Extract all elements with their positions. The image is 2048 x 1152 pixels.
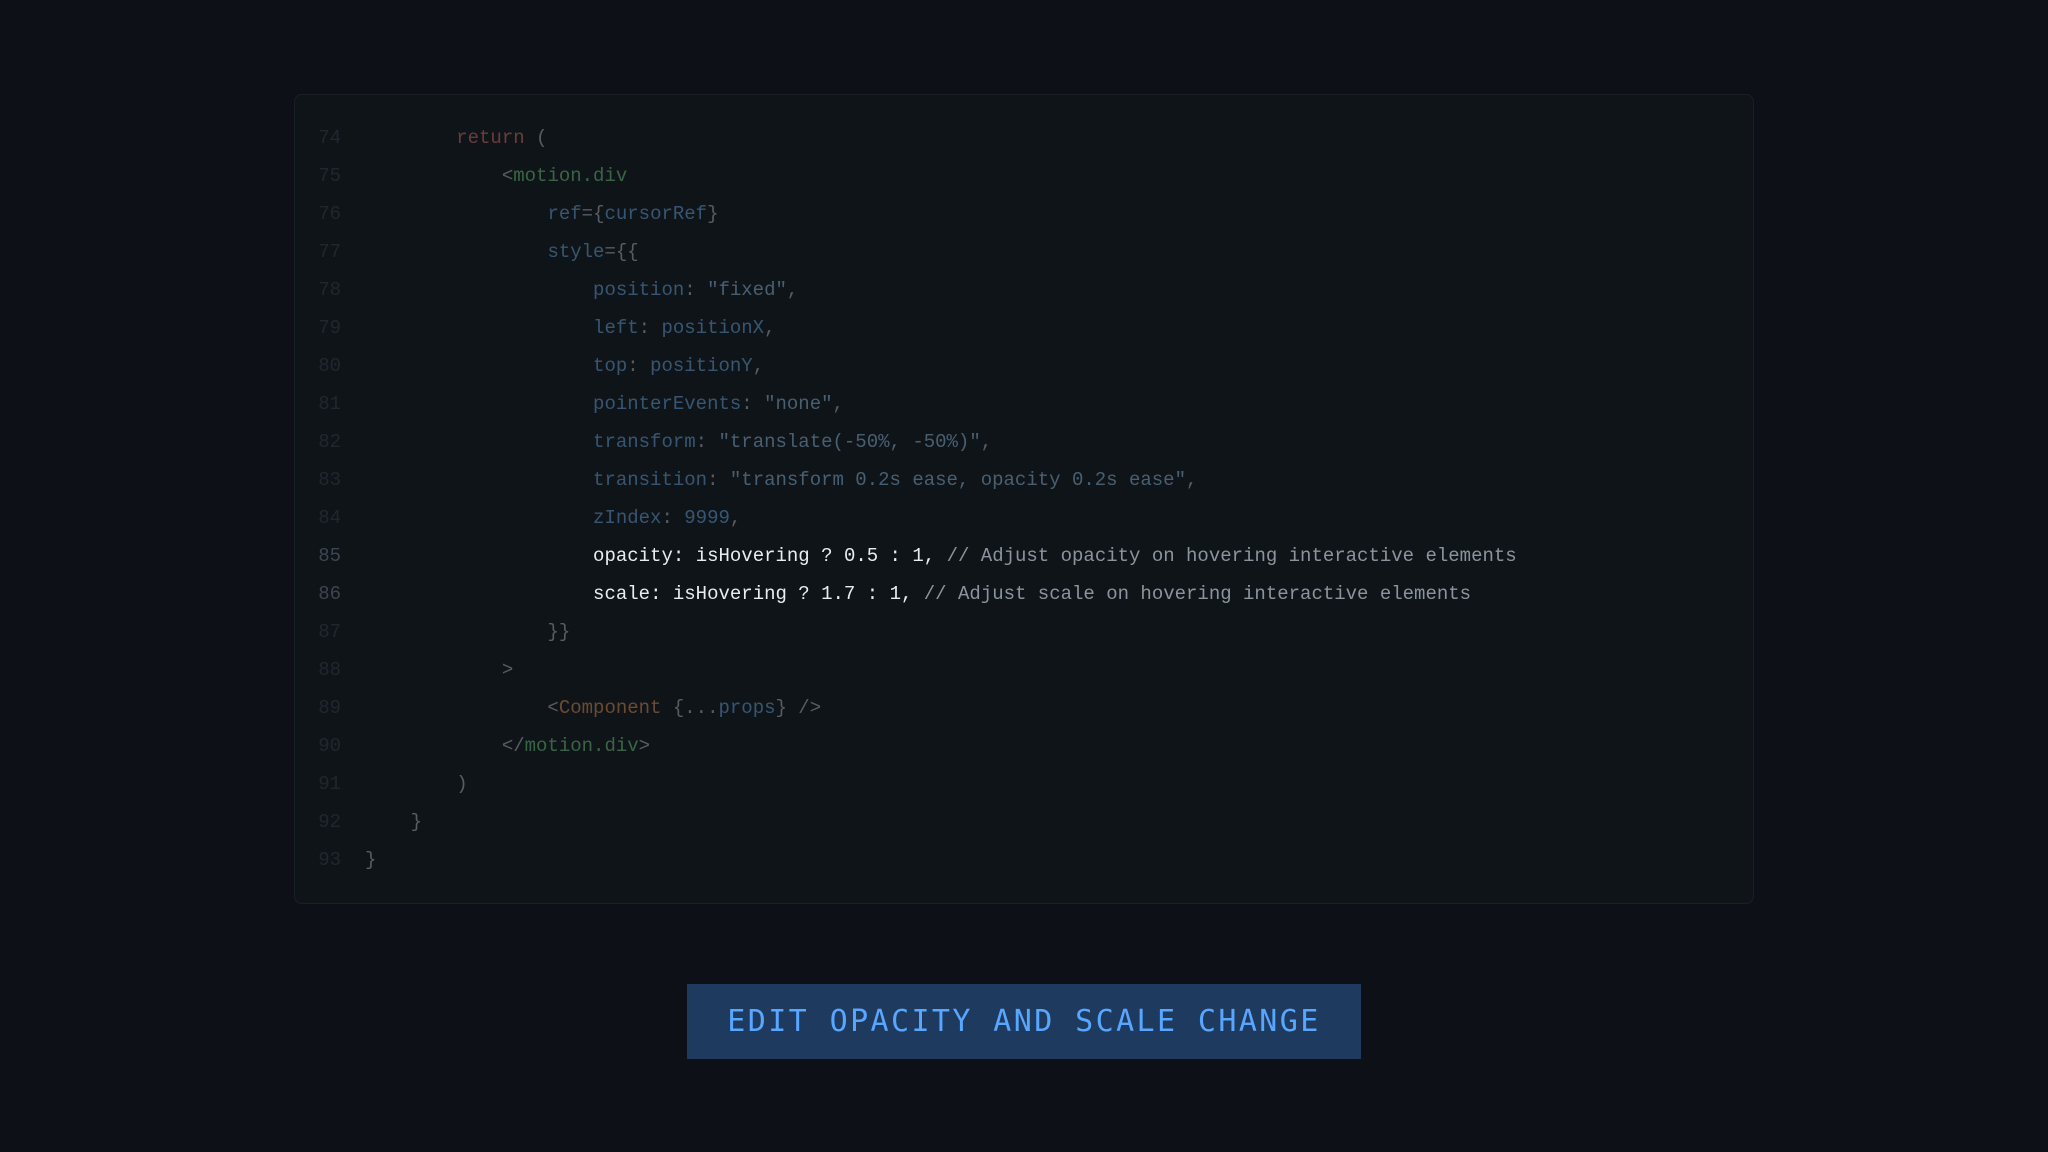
code-line: 91 ): [295, 765, 1721, 803]
code-content: ref={cursorRef}: [365, 195, 719, 233]
code-content: </motion.div>: [365, 727, 650, 765]
code-line: 80 top: positionY,: [295, 347, 1721, 385]
line-number: 80: [295, 347, 365, 385]
line-number: 90: [295, 727, 365, 765]
line-number: 77: [295, 233, 365, 271]
code-line: 82 transform: "translate(-50%, -50%)",: [295, 423, 1721, 461]
code-content: scale: isHovering ? 1.7 : 1, // Adjust s…: [365, 575, 1471, 613]
code-content: return (: [365, 119, 547, 157]
code-line: 76 ref={cursorRef}: [295, 195, 1721, 233]
code-line: 84 zIndex: 9999,: [295, 499, 1721, 537]
code-content: <Component {...props} />: [365, 689, 821, 727]
code-content: style={{: [365, 233, 639, 271]
code-content: >: [365, 651, 513, 689]
line-number: 92: [295, 803, 365, 841]
line-number: 75: [295, 157, 365, 195]
code-line: 81 pointerEvents: "none",: [295, 385, 1721, 423]
code-line: 85 opacity: isHovering ? 0.5 : 1, // Adj…: [295, 537, 1721, 575]
code-content: top: positionY,: [365, 347, 764, 385]
code-line: 93}: [295, 841, 1721, 879]
line-number: 88: [295, 651, 365, 689]
code-line: 78 position: "fixed",: [295, 271, 1721, 309]
caption-banner: EDIT OPACITY AND SCALE CHANGE: [687, 984, 1360, 1059]
code-line: 89 <Component {...props} />: [295, 689, 1721, 727]
code-content: transition: "transform 0.2s ease, opacit…: [365, 461, 1197, 499]
code-content: <motion.div: [365, 157, 627, 195]
code-content: }}: [365, 613, 570, 651]
line-number: 82: [295, 423, 365, 461]
code-content: position: "fixed",: [365, 271, 798, 309]
line-number: 86: [295, 575, 365, 613]
line-number: 79: [295, 309, 365, 347]
code-line: 75 <motion.div: [295, 157, 1721, 195]
line-number: 78: [295, 271, 365, 309]
line-number: 89: [295, 689, 365, 727]
code-content: zIndex: 9999,: [365, 499, 741, 537]
line-number: 83: [295, 461, 365, 499]
code-line: 92 }: [295, 803, 1721, 841]
line-number: 85: [295, 537, 365, 575]
code-line: 87 }}: [295, 613, 1721, 651]
code-content: }: [365, 841, 376, 879]
code-content: }: [365, 803, 422, 841]
code-content: transform: "translate(-50%, -50%)",: [365, 423, 992, 461]
code-line: 79 left: positionX,: [295, 309, 1721, 347]
code-line: 74 return (: [295, 119, 1721, 157]
code-block: 74 return (75 <motion.div76 ref={cursorR…: [294, 94, 1754, 904]
line-number: 91: [295, 765, 365, 803]
code-content: pointerEvents: "none",: [365, 385, 844, 423]
line-number: 74: [295, 119, 365, 157]
line-number: 93: [295, 841, 365, 879]
line-number: 81: [295, 385, 365, 423]
code-content: opacity: isHovering ? 0.5 : 1, // Adjust…: [365, 537, 1517, 575]
code-line: 90 </motion.div>: [295, 727, 1721, 765]
code-line: 86 scale: isHovering ? 1.7 : 1, // Adjus…: [295, 575, 1721, 613]
code-line: 83 transition: "transform 0.2s ease, opa…: [295, 461, 1721, 499]
line-number: 76: [295, 195, 365, 233]
code-line: 77 style={{: [295, 233, 1721, 271]
code-line: 88 >: [295, 651, 1721, 689]
line-number: 87: [295, 613, 365, 651]
line-number: 84: [295, 499, 365, 537]
code-content: ): [365, 765, 468, 803]
code-content: left: positionX,: [365, 309, 776, 347]
